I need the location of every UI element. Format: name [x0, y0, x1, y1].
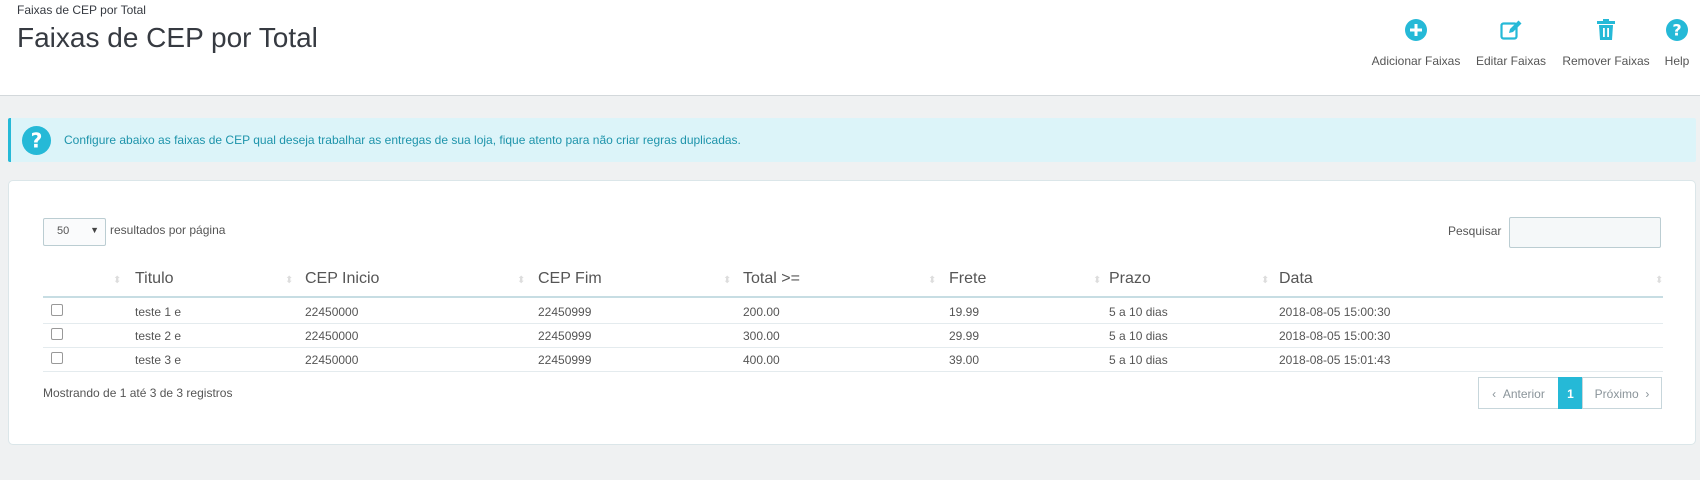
cell-total: 400.00	[743, 353, 780, 367]
help-button[interactable]: ? Help	[1660, 18, 1694, 68]
previous-label: Anterior	[1502, 387, 1545, 401]
sort-icon[interactable]: ⬍	[1261, 275, 1269, 286]
cell-cep-fim: 22450999	[538, 305, 592, 319]
sort-icon[interactable]: ⬍	[1093, 275, 1101, 286]
breadcrumb[interactable]: Faixas de CEP por Total	[17, 3, 146, 17]
column-header-total[interactable]: Total >=	[743, 263, 800, 298]
add-ranges-label: Adicionar Faixas	[1371, 54, 1461, 68]
cell-cep-fim: 22450999	[538, 353, 592, 367]
remove-ranges-button[interactable]: Remover Faixas	[1558, 18, 1654, 68]
page-length-select[interactable]: 50 ▼	[43, 218, 106, 246]
column-header-data[interactable]: Data	[1279, 263, 1313, 298]
search-label: Pesquisar	[1448, 224, 1502, 238]
plus-circle-icon	[1405, 19, 1427, 41]
cell-titulo: teste 2 e	[135, 329, 182, 343]
column-header-prazo[interactable]: Prazo	[1109, 263, 1151, 298]
pagination-next[interactable]: Próximo ›	[1582, 377, 1662, 409]
cell-prazo: 5 a 10 dias	[1109, 305, 1168, 319]
cell-cep-inicio: 22450000	[305, 329, 359, 343]
row-checkbox[interactable]	[51, 304, 63, 316]
cell-data: 2018-08-05 15:00:30	[1279, 329, 1391, 343]
sort-icon[interactable]: ⬍	[517, 275, 525, 286]
question-circle-icon: ?	[21, 125, 52, 156]
cell-prazo: 5 a 10 dias	[1109, 353, 1168, 367]
column-header-titulo[interactable]: Titulo	[135, 263, 174, 298]
page-length-value: 50	[57, 225, 70, 237]
chevron-left-icon: ‹	[1492, 387, 1503, 401]
sort-icon[interactable]: ⬍	[1655, 275, 1663, 286]
cell-total: 200.00	[743, 305, 780, 319]
cell-cep-inicio: 22450000	[305, 353, 359, 367]
row-checkbox[interactable]	[51, 352, 63, 364]
table-row[interactable]: teste 1 e 22450000 22450999 200.00 19.99…	[43, 300, 1663, 324]
trash-icon	[1597, 19, 1615, 40]
sort-icon[interactable]: ⬍	[113, 275, 121, 286]
edit-ranges-button[interactable]: Editar Faixas	[1472, 18, 1550, 68]
cell-frete: 29.99	[949, 329, 980, 343]
page-length-label: resultados por página	[110, 223, 226, 237]
cell-prazo: 5 a 10 dias	[1109, 329, 1168, 343]
chevron-right-icon: ›	[1638, 387, 1650, 401]
cell-total: 300.00	[743, 329, 780, 343]
edit-pencil-icon	[1500, 20, 1522, 40]
help-label: Help	[1664, 54, 1690, 68]
add-ranges-button[interactable]: Adicionar Faixas	[1368, 18, 1464, 68]
question-circle-icon: ?	[1666, 19, 1688, 41]
cell-cep-inicio: 22450000	[305, 305, 359, 319]
cell-data: 2018-08-05 15:00:30	[1279, 305, 1391, 319]
remove-ranges-label: Remover Faixas	[1562, 54, 1650, 68]
table-info: Mostrando de 1 até 3 de 3 registros	[43, 386, 233, 400]
svg-text:?: ?	[1672, 21, 1681, 40]
cell-frete: 39.00	[949, 353, 980, 367]
cell-frete: 19.99	[949, 305, 980, 319]
search-input[interactable]	[1509, 217, 1661, 248]
pagination-page-1[interactable]: 1	[1558, 377, 1583, 409]
table-header: ⬍ Titulo ⬍ CEP Inicio ⬍ CEP Fim ⬍ Total …	[43, 263, 1663, 298]
alert-message: Configure abaixo as faixas de CEP qual d…	[64, 133, 741, 147]
sort-icon[interactable]: ⬍	[928, 275, 936, 286]
next-label: Próximo	[1594, 387, 1639, 401]
edit-ranges-label: Editar Faixas	[1475, 54, 1547, 68]
pagination-previous[interactable]: ‹ Anterior	[1478, 377, 1559, 409]
svg-text:?: ?	[31, 128, 43, 152]
info-alert: ? Configure abaixo as faixas de CEP qual…	[8, 118, 1696, 162]
ranges-panel: 50 ▼ resultados por página Pesquisar ⬍ T…	[8, 180, 1696, 445]
cell-data: 2018-08-05 15:01:43	[1279, 353, 1391, 367]
column-header-cep-inicio[interactable]: CEP Inicio	[305, 263, 379, 298]
sort-icon[interactable]: ⬍	[285, 275, 293, 286]
sort-icon[interactable]: ⬍	[723, 275, 731, 286]
cell-cep-fim: 22450999	[538, 329, 592, 343]
cell-titulo: teste 1 e	[135, 305, 182, 319]
cell-titulo: teste 3 e	[135, 353, 182, 367]
table-row[interactable]: teste 2 e 22450000 22450999 300.00 29.99…	[43, 324, 1663, 348]
row-checkbox[interactable]	[51, 328, 63, 340]
column-header-frete[interactable]: Frete	[949, 263, 986, 298]
page-header: Faixas de CEP por Total Faixas de CEP po…	[0, 0, 1700, 96]
table-row[interactable]: teste 3 e 22450000 22450999 400.00 39.00…	[43, 348, 1663, 372]
chevron-down-icon: ▼	[90, 225, 99, 235]
column-header-cep-fim[interactable]: CEP Fim	[538, 263, 602, 298]
page-title: Faixas de CEP por Total	[17, 22, 318, 53]
